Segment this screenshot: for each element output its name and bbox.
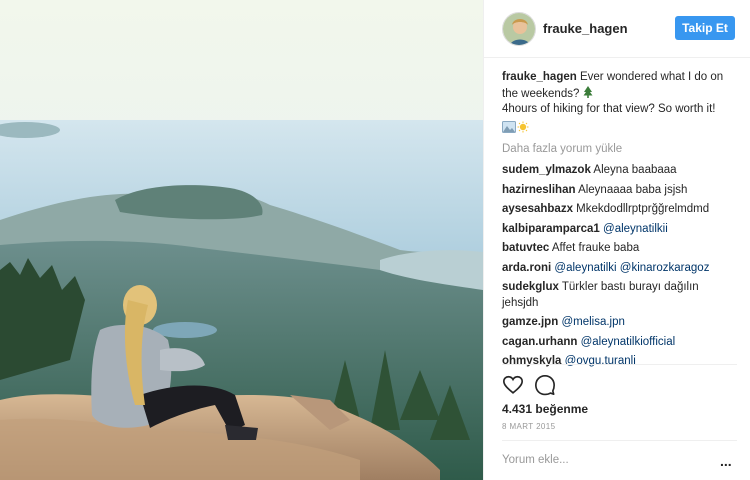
- comment-mention[interactable]: @aleynatilkii: [603, 223, 668, 235]
- comment-text: Aleyna baabaaa: [593, 164, 677, 176]
- mountain-scene-icon: [502, 120, 516, 133]
- comment-username[interactable]: sudem_ylmazok: [502, 164, 591, 176]
- comment-mention[interactable]: @ovgu.turanli: [565, 355, 636, 367]
- comment-item: sudem_ylmazok Aleyna baabaaa: [502, 163, 737, 179]
- comment-username[interactable]: ohmyskyla: [502, 355, 561, 367]
- comment-username[interactable]: kalbiparamparca1: [502, 223, 600, 235]
- comment-username[interactable]: gamze.jpn: [502, 316, 558, 328]
- caption-username[interactable]: frauke_hagen: [502, 71, 577, 83]
- caption-emojis: [502, 120, 737, 134]
- post-header: frauke_hagen Takip Et: [484, 0, 750, 58]
- heart-icon[interactable]: [502, 374, 524, 396]
- likes-count[interactable]: 4.431 beğenme: [502, 402, 588, 416]
- evergreen-tree-icon: [583, 85, 593, 98]
- follow-button[interactable]: Takip Et: [675, 16, 735, 40]
- comment-icon[interactable]: [534, 374, 556, 396]
- comment-username[interactable]: batuvtec: [502, 242, 549, 254]
- post-details-panel: frauke_hagen Takip Et frauke_hagen Ever …: [483, 0, 750, 480]
- more-options-icon[interactable]: ...: [720, 453, 732, 469]
- comment-item: gamze.jpn @melisa.jpn: [502, 315, 737, 331]
- comment-item: kalbiparamparca1 @aleynatilkii: [502, 222, 737, 238]
- comment-item: arda.roni @aleynatilki @kinarozkaragoz: [502, 261, 737, 277]
- post-date: 8 MART 2015: [502, 422, 556, 431]
- comment-username[interactable]: cagan.urhann: [502, 336, 577, 348]
- comments-section: frauke_hagen Ever wondered what I do on …: [502, 70, 737, 374]
- comment-username[interactable]: sudekglux: [502, 281, 559, 293]
- sun-behind-cloud-icon: [517, 121, 529, 132]
- header-username[interactable]: frauke_hagen: [543, 21, 628, 36]
- post-photo-image: [0, 0, 483, 480]
- caption-text-line2: 4hours of hiking for that view? So worth…: [502, 103, 716, 115]
- comment-item: aysesahbazx Mkekdodllrptprğğrelmdmd: [502, 202, 737, 218]
- comment-item: batuvtec Affet frauke baba: [502, 241, 737, 257]
- comment-username[interactable]: arda.roni: [502, 262, 551, 274]
- comment-item: ohmyskyla @ovgu.turanli: [502, 354, 737, 370]
- comment-text: Aleynaaaa baba jsjsh: [578, 183, 688, 196]
- comment-item: hazirneslihan Aleynaaaa baba jsjsh: [502, 183, 737, 199]
- comment-item: sudekglux Türkler bastı burayı dağılın j…: [502, 280, 737, 311]
- post-caption: frauke_hagen Ever wondered what I do on …: [502, 70, 737, 134]
- add-comment-input[interactable]: Yorum ekle...: [502, 454, 569, 466]
- comment-mention[interactable]: @aleynatilkiofficial: [581, 336, 676, 348]
- comment-text: Affet frauke baba: [551, 242, 640, 254]
- avatar-image: [503, 13, 535, 45]
- comment-text: Mkekdodllrptprğğrelmdmd: [576, 203, 710, 215]
- comment-mention[interactable]: @melisa.jpn: [561, 316, 624, 328]
- load-more-comments-link[interactable]: Daha fazla yorum yükle: [502, 142, 737, 158]
- comment-username[interactable]: aysesahbazx: [502, 203, 573, 215]
- post-photo[interactable]: [0, 0, 483, 480]
- comment-username[interactable]: hazirneslihan: [502, 184, 576, 196]
- divider: [502, 364, 737, 365]
- divider: [502, 440, 737, 441]
- avatar[interactable]: [502, 12, 536, 46]
- comment-mention[interactable]: @aleynatilki @kinarozkaragoz: [554, 262, 709, 274]
- comment-item: cagan.urhann @aleynatilkiofficial: [502, 335, 737, 351]
